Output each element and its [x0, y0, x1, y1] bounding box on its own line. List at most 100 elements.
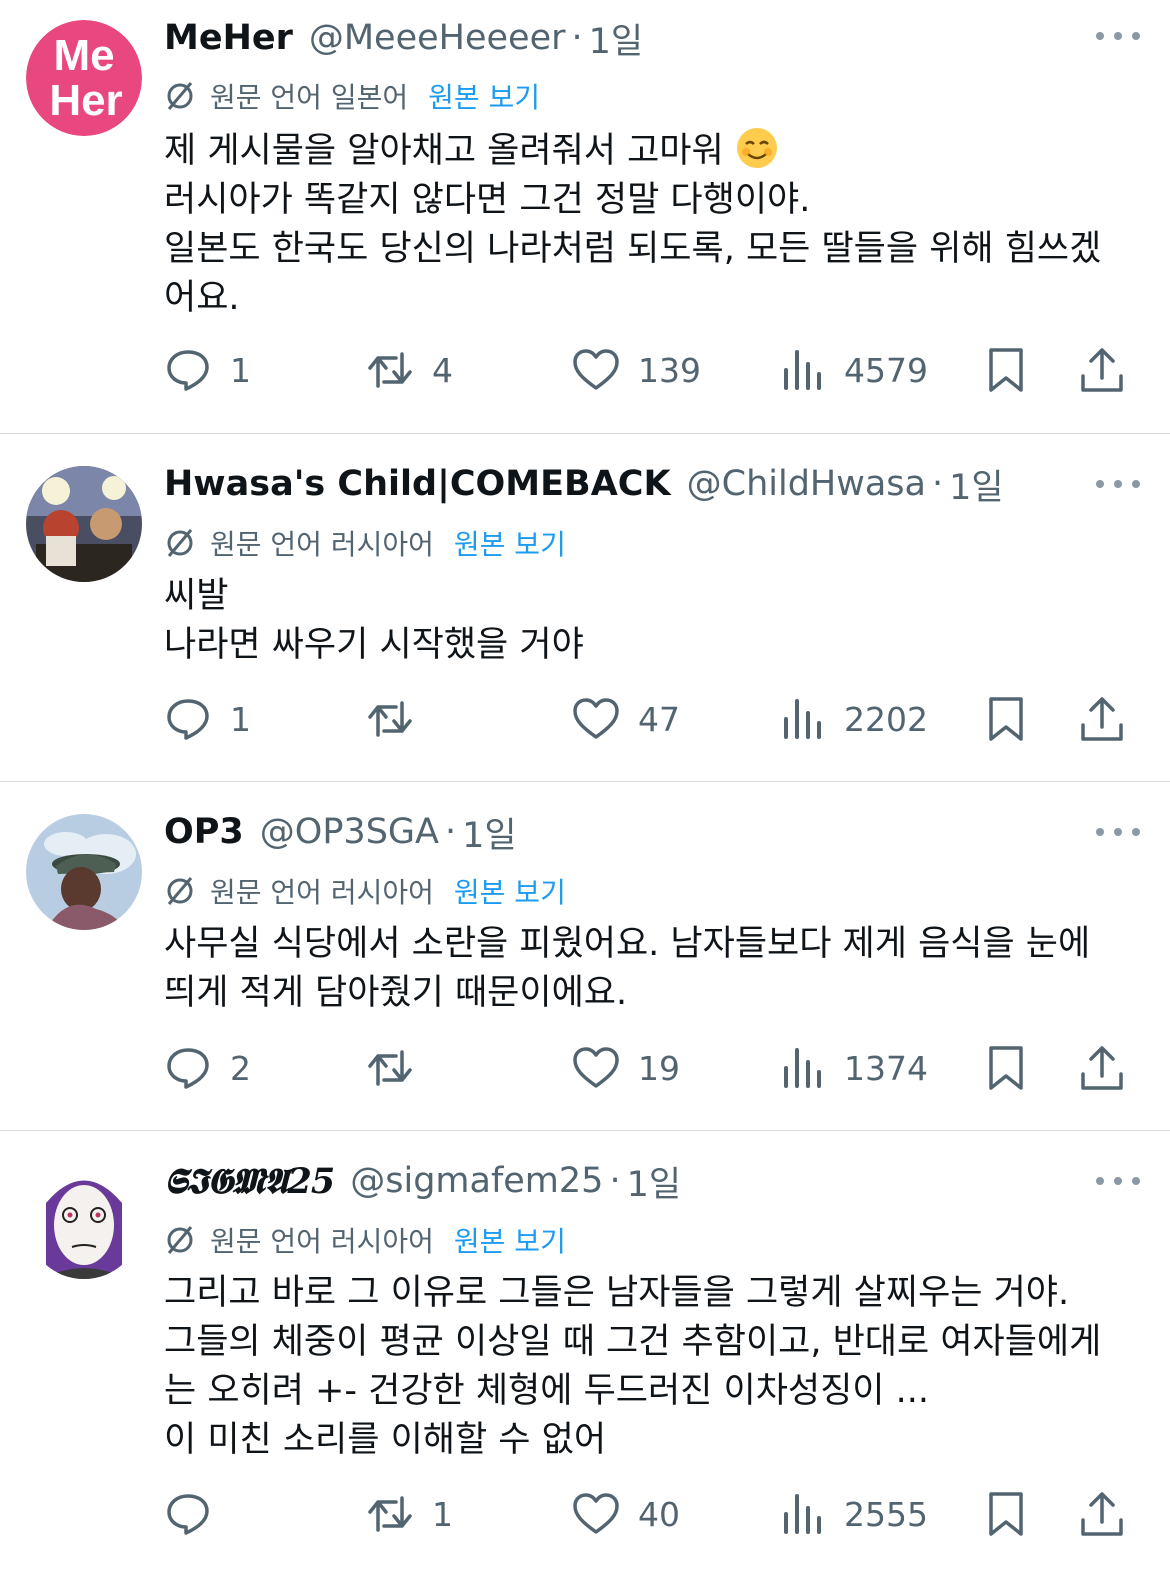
tweet-header: Hwasa's Child|COMEBACK @ChildHwasa · 1일: [164, 460, 1004, 508]
tweet-text-line: 씨발: [164, 576, 229, 616]
timestamp[interactable]: 1일: [462, 807, 516, 858]
bookmark-button[interactable]: [982, 1486, 1030, 1542]
share-button[interactable]: [1078, 1040, 1126, 1096]
bookmark-button[interactable]: [982, 342, 1030, 398]
avatar[interactable]: Me Her: [26, 20, 142, 136]
retweet-count: 4: [432, 350, 453, 390]
handle[interactable]: @ChildHwasa: [687, 464, 926, 504]
tweet-text: 사무실 식당에서 소란을 피웠어요. 남자들보다 제게 음식을 눈에 띄게 적게…: [164, 920, 1139, 1018]
timestamp[interactable]: 1일: [627, 1156, 681, 1207]
tweet[interactable]: Hwasa's Child|COMEBACK @ChildHwasa · 1일 …: [0, 434, 1170, 782]
retweet-button[interactable]: [366, 691, 432, 747]
more-options-icon[interactable]: [1096, 474, 1140, 494]
reply-count: 1: [230, 350, 251, 390]
avatar[interactable]: [26, 814, 142, 930]
translate-icon: [167, 529, 193, 557]
timestamp[interactable]: 1일: [589, 13, 643, 64]
tweet-text-line: 이 미친 소리를 이해할 수 없어: [164, 1420, 607, 1460]
tweet-text-line: 어요.: [164, 278, 240, 318]
reply-icon: [167, 1048, 209, 1089]
views-icon: [784, 350, 821, 390]
bookmark-button[interactable]: [982, 1040, 1030, 1096]
view-original-link[interactable]: 원본 보기: [454, 1220, 566, 1260]
view-original-link[interactable]: 원본 보기: [454, 523, 566, 563]
action-bar: 1 40 2555: [0, 1486, 1170, 1542]
retweet-icon: [368, 701, 412, 737]
tweet-text-line: 그리고 바로 그 이유로 그들은 남자들을 그렇게 살찌우는 거야.: [164, 1273, 1070, 1313]
share-button[interactable]: [1078, 342, 1126, 398]
translate-icon: [167, 82, 193, 110]
tweet[interactable]: 𝕾𝕴𝕲𝕸𝕬25 @sigmafem25 · 1일 원문 언어 러시아어 원본 보…: [0, 1131, 1170, 1583]
handle[interactable]: @OP3SGA: [260, 812, 439, 852]
tweet-header: OP3 @OP3SGA · 1일: [164, 808, 517, 856]
retweet-button[interactable]: 1: [366, 1486, 453, 1542]
handle[interactable]: @sigmafem25: [350, 1161, 603, 1201]
reply-button[interactable]: 1: [164, 342, 251, 398]
translation-label: 원문 언어 러시아어: [210, 528, 434, 561]
translation-notice: 원문 언어 일본어 원본 보기: [164, 76, 540, 116]
action-bar: 1 4 139 4579: [0, 342, 1170, 398]
like-button[interactable]: 139: [572, 342, 701, 398]
translate-icon: [167, 1226, 193, 1254]
share-button[interactable]: [1078, 1486, 1126, 1542]
share-icon: [1081, 348, 1123, 392]
view-original-link[interactable]: 원본 보기: [454, 871, 566, 911]
translation-notice: 원문 언어 러시아어 원본 보기: [164, 523, 566, 563]
reply-button[interactable]: [164, 1486, 230, 1542]
heart-icon: [573, 698, 619, 739]
display-name[interactable]: Hwasa's Child|COMEBACK: [164, 464, 671, 504]
views-button[interactable]: 2202: [778, 691, 928, 747]
reply-button[interactable]: 2: [164, 1040, 251, 1096]
bookmark-icon: [989, 348, 1023, 392]
reply-icon: [167, 699, 209, 740]
timestamp[interactable]: 1일: [949, 459, 1003, 510]
reply-button[interactable]: 1: [164, 691, 251, 747]
bookmark-button[interactable]: [982, 691, 1030, 747]
avatar[interactable]: [26, 466, 142, 582]
more-options-icon[interactable]: [1096, 1171, 1140, 1191]
translation-label: 원문 언어 러시아어: [210, 1225, 434, 1258]
action-bar: 2 19 1374: [0, 1040, 1170, 1096]
tweet-text-line: 사무실 식당에서 소란을 피웠어요. 남자들보다 제게 음식을 눈에: [164, 924, 1091, 964]
like-button[interactable]: 19: [572, 1040, 680, 1096]
views-button[interactable]: 2555: [778, 1486, 928, 1542]
display-name[interactable]: 𝕾𝕴𝕲𝕸𝕬25: [164, 1161, 335, 1202]
display-name[interactable]: MeHer: [164, 18, 293, 58]
retweet-icon: [368, 1050, 412, 1086]
retweet-button[interactable]: 4: [366, 342, 453, 398]
view-count: 2202: [844, 699, 928, 739]
views-button[interactable]: 1374: [778, 1040, 928, 1096]
retweet-button[interactable]: [366, 1040, 432, 1096]
views-button[interactable]: 4579: [778, 342, 928, 398]
tweet-text-line: 러시아가 똑같지 않다면 그건 정말 다행이야.: [164, 180, 811, 220]
translation-notice: 원문 언어 러시아어 원본 보기: [164, 871, 566, 911]
heart-icon: [573, 1493, 619, 1534]
like-button[interactable]: 47: [572, 691, 680, 747]
handle[interactable]: @MeeeHeeeer: [309, 18, 566, 58]
like-count: 139: [638, 350, 701, 390]
translate-icon: [167, 877, 193, 905]
display-name[interactable]: OP3: [164, 812, 244, 852]
separator: ·: [932, 464, 944, 504]
translation-label: 원문 언어 일본어: [210, 81, 409, 114]
retweet-icon: [368, 352, 412, 388]
tweet-text-line: 일본도 한국도 당신의 나라처럼 되도록, 모든 딸들을 위해 힘쓰겠: [164, 229, 1102, 269]
avatar[interactable]: [26, 1163, 142, 1279]
heart-icon: [573, 1047, 619, 1088]
share-button[interactable]: [1078, 691, 1126, 747]
like-count: 19: [638, 1048, 680, 1088]
like-button[interactable]: 40: [572, 1486, 680, 1542]
translation-notice: 원문 언어 러시아어 원본 보기: [164, 1220, 566, 1260]
avatar-text-her: Her: [49, 76, 122, 125]
view-original-link[interactable]: 원본 보기: [428, 76, 540, 116]
more-options-icon[interactable]: [1096, 26, 1140, 46]
bookmark-icon: [989, 1492, 1023, 1536]
reply-count: 2: [230, 1048, 251, 1088]
tweet[interactable]: Me Her MeHer @MeeeHeeeer · 1일 원문 언어 일본어 …: [0, 0, 1170, 434]
translation-label: 원문 언어 러시아어: [210, 876, 434, 909]
view-count: 4579: [844, 350, 928, 390]
more-options-icon[interactable]: [1096, 822, 1140, 842]
like-count: 40: [638, 1494, 680, 1534]
tweet[interactable]: OP3 @OP3SGA · 1일 원문 언어 러시아어 원본 보기 사무실 식당…: [0, 782, 1170, 1131]
share-icon: [1081, 1046, 1123, 1090]
